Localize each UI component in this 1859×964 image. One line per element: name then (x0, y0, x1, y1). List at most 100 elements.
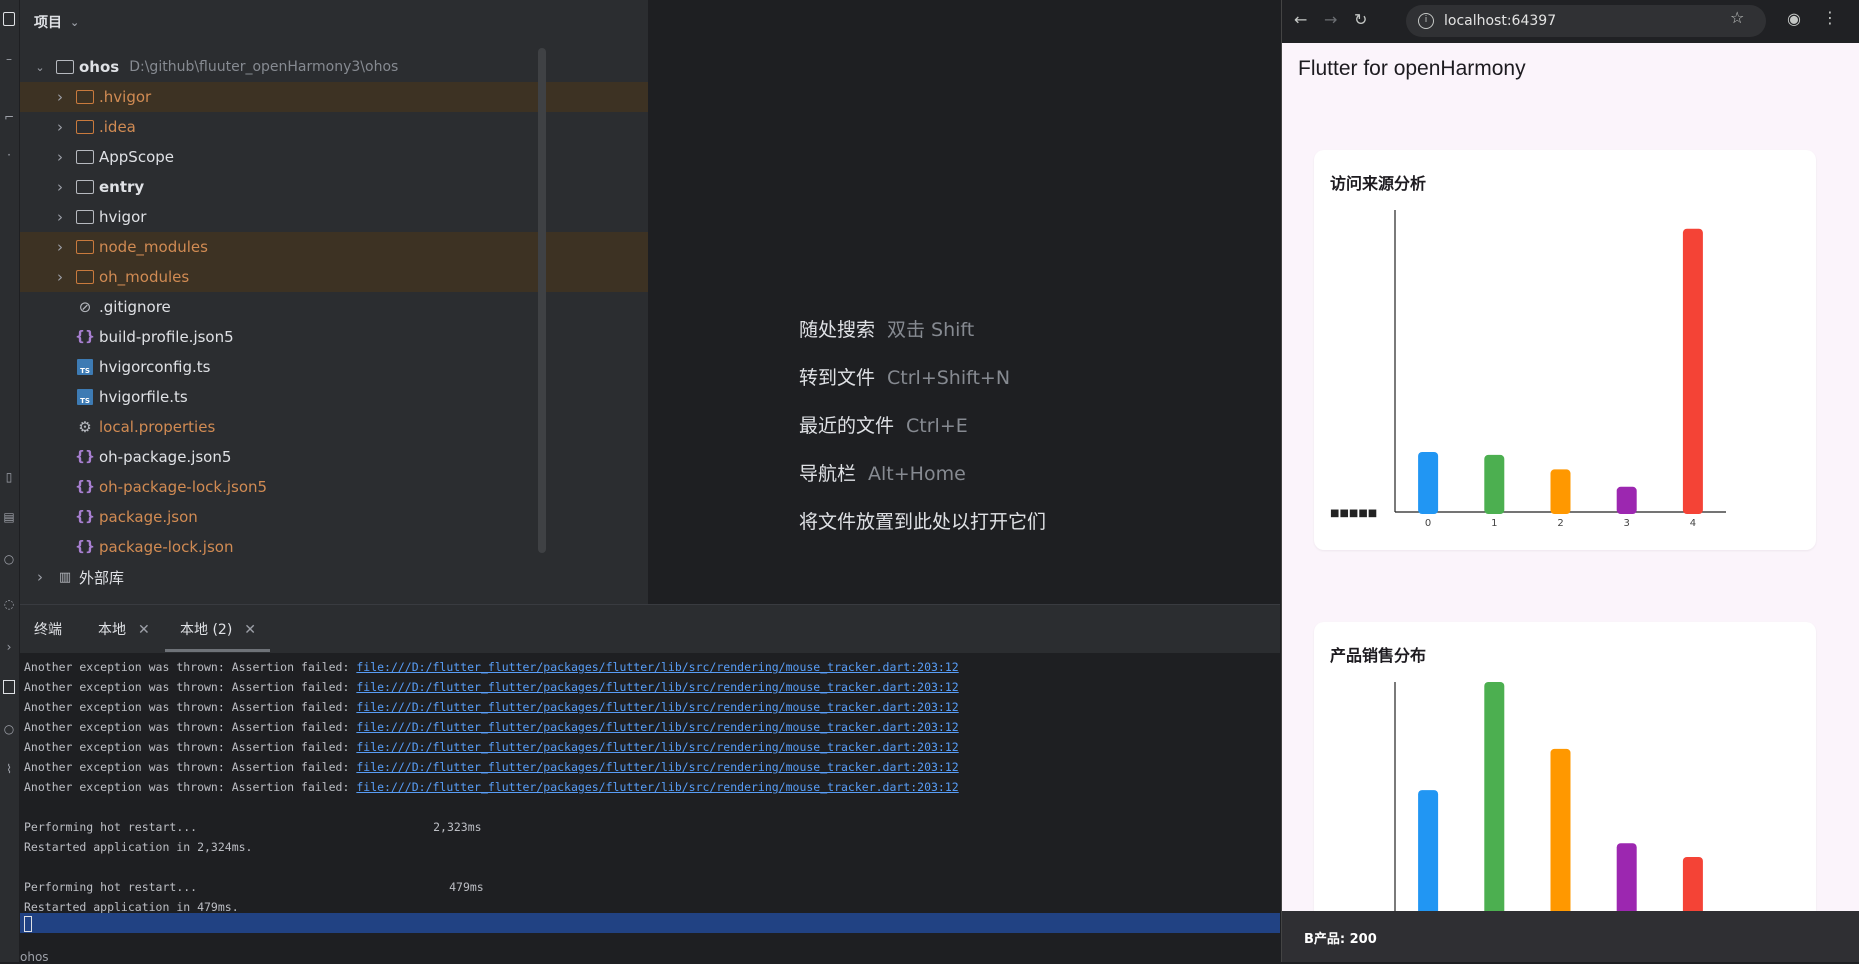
terminal-output[interactable]: Another exception was thrown: Assertion … (24, 657, 959, 917)
source-file-link[interactable]: file:///D:/flutter_flutter/packages/flut… (356, 720, 958, 734)
bar-0[interactable] (1418, 452, 1439, 514)
bar-4[interactable] (1682, 228, 1703, 514)
chevron-right-icon[interactable]: › (54, 178, 66, 196)
source-file-link[interactable]: file:///D:/flutter_flutter/packages/flut… (356, 680, 958, 694)
chevron-right-icon[interactable]: › (54, 238, 66, 256)
terminal-text-line: Restarted application in 2,324ms. (24, 840, 253, 854)
tree-item-label: entry (99, 178, 145, 196)
close-icon[interactable]: ✕ (138, 622, 150, 638)
folder-icon (76, 209, 94, 225)
browser-scrollbar[interactable] (1848, 43, 1859, 911)
tree-item[interactable]: ⚙ local.properties (20, 412, 650, 442)
todo-tool-icon[interactable]: ○ (2, 722, 16, 736)
source-file-link[interactable]: file:///D:/flutter_flutter/packages/flut… (356, 660, 958, 674)
exception-text: Another exception was thrown: Assertion … (24, 740, 357, 754)
tree-item[interactable]: › hvigor (20, 202, 650, 232)
back-arrow-icon[interactable]: ← (1294, 10, 1307, 29)
structure-tool-icon[interactable]: ⌐ (2, 110, 16, 124)
more-menu-icon[interactable]: ⋮ (1822, 8, 1838, 27)
bar-1[interactable] (1484, 682, 1505, 916)
chevron-right-icon[interactable]: › (54, 268, 66, 286)
chevron-right-icon[interactable]: › (54, 118, 66, 136)
tree-item[interactable]: {} package-lock.json (20, 532, 650, 562)
tab-local-2[interactable]: 本地 (2) ✕ (180, 619, 256, 639)
profile-icon[interactable]: ◉ (1787, 9, 1801, 28)
tree-item[interactable]: › .hvigor (20, 82, 650, 112)
source-file-link[interactable]: file:///D:/flutter_flutter/packages/flut… (356, 700, 958, 714)
tree-item[interactable]: › oh_modules (20, 262, 650, 292)
tree-root-ohos[interactable]: ⌄ ohos D:\github\fluuter_openHarmony3\oh… (20, 52, 650, 82)
problems-tool-icon[interactable]: ◌ (2, 597, 16, 611)
tab-local[interactable]: 本地 ✕ (98, 619, 150, 639)
tree-item[interactable]: {} oh-package.json5 (20, 442, 650, 472)
tree-item[interactable]: {} oh-package-lock.json5 (20, 472, 650, 502)
tree-item-label: hvigorconfig.ts (99, 358, 211, 376)
forward-arrow-icon[interactable]: → (1324, 10, 1337, 29)
chevron-down-icon[interactable]: ⌄ (34, 61, 46, 74)
exception-text: Another exception was thrown: Assertion … (24, 760, 357, 774)
tree-item[interactable]: TS hvigorfile.ts (20, 382, 650, 412)
run-tool-icon[interactable]: ○ (2, 552, 16, 566)
editor-empty-area: 随处搜索 双击 Shift 转到文件 Ctrl+Shift+N 最近的文件 Ctrl+… (650, 0, 1280, 604)
reload-icon[interactable]: ↻ (1354, 10, 1367, 29)
address-bar[interactable]: i localhost:64397 (1406, 5, 1766, 37)
hint-recent-files: 最近的文件 Ctrl+E (799, 411, 968, 438)
tree-item[interactable]: {} build-profile.json5 (20, 322, 650, 352)
tree-item[interactable]: › .idea (20, 112, 650, 142)
tree-item-label: hvigorfile.ts (99, 388, 188, 406)
terminal-exception-line: Another exception was thrown: Assertion … (24, 777, 959, 797)
chevron-right-icon[interactable]: › (54, 208, 66, 226)
source-file-link[interactable]: file:///D:/flutter_flutter/packages/flut… (356, 780, 958, 794)
chevron-right-icon[interactable]: › (34, 568, 46, 586)
bar-4[interactable] (1682, 856, 1703, 916)
site-info-icon[interactable]: i (1418, 13, 1434, 29)
hint-label: 导航栏 (799, 463, 857, 485)
project-view-selector[interactable]: 项目 ⌄ (34, 12, 79, 32)
x-tick-label: 3 (1624, 518, 1630, 529)
close-icon[interactable]: ✕ (244, 622, 256, 638)
tree-root-label: ohos (79, 58, 120, 76)
tree-item-label: .hvigor (99, 88, 152, 106)
tree-item-label: AppScope (99, 148, 174, 166)
chevron-right-icon[interactable]: › (54, 88, 66, 106)
bar-0[interactable] (1418, 790, 1439, 916)
hint-navigation-bar: 导航栏 Alt+Home (799, 459, 966, 486)
bar-2[interactable] (1550, 748, 1571, 916)
bar-2[interactable] (1550, 469, 1571, 514)
exception-text: Another exception was thrown: Assertion … (24, 720, 357, 734)
commit-tool-icon[interactable]: – (2, 52, 16, 66)
tree-item[interactable]: {} package.json (20, 502, 650, 532)
ignore-file-icon: ⊘ (78, 298, 92, 316)
more-tool-icon[interactable]: · (2, 148, 16, 162)
vcs-tool-icon[interactable]: › (2, 640, 16, 654)
git-tool-icon[interactable]: ⌇ (2, 762, 16, 776)
terminal-input-line[interactable] (20, 913, 1280, 933)
tree-scrollbar[interactable] (538, 48, 546, 553)
tree-item-label: oh_modules (99, 268, 190, 286)
terminal-tool-icon[interactable] (3, 680, 15, 694)
bar-1[interactable] (1484, 454, 1505, 514)
tree-item[interactable]: › AppScope (20, 142, 650, 172)
tree-item-external-libraries[interactable]: › ▥ 外部库 (20, 562, 650, 592)
terminal-exception-line: Another exception was thrown: Assertion … (24, 677, 959, 697)
source-file-link[interactable]: file:///D:/flutter_flutter/packages/flut… (356, 740, 958, 754)
tree-item[interactable]: ⊘ .gitignore (20, 292, 650, 322)
bookmarks-tool-icon[interactable]: ▯ (2, 470, 16, 484)
typescript-file-icon: TS (76, 389, 94, 405)
tree-item[interactable]: › node_modules (20, 232, 650, 262)
bookmark-star-icon[interactable]: ☆ (1730, 8, 1744, 27)
bar-3[interactable] (1616, 486, 1637, 514)
project-tool-icon[interactable] (3, 12, 15, 26)
source-file-link[interactable]: file:///D:/flutter_flutter/packages/flut… (356, 760, 958, 774)
restart-time: 2,323ms (433, 820, 482, 834)
x-tick-label: 4 (1690, 518, 1696, 529)
tree-item[interactable]: TS hvigorconfig.ts (20, 352, 650, 382)
url-text: localhost:64397 (1444, 13, 1557, 29)
chevron-right-icon[interactable]: › (54, 148, 66, 166)
bar-3[interactable] (1616, 843, 1637, 916)
tree-item[interactable]: › entry (20, 172, 650, 202)
services-tool-icon[interactable]: ▤ (2, 510, 16, 524)
